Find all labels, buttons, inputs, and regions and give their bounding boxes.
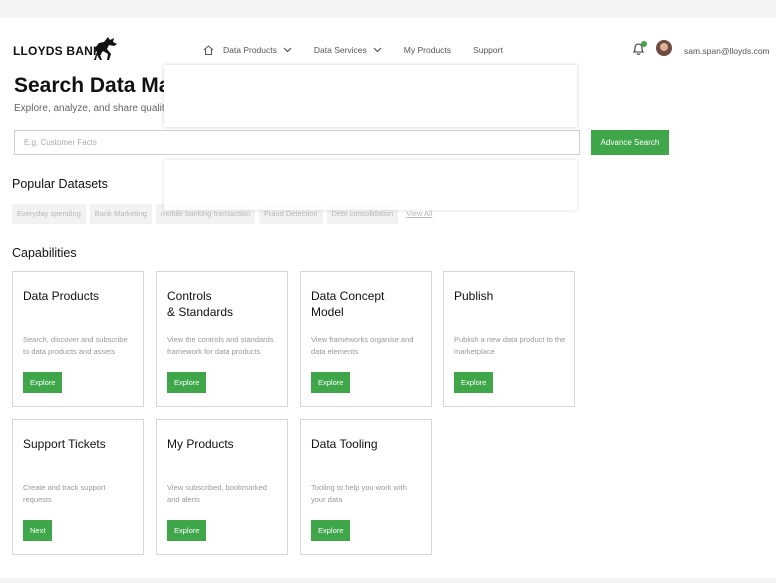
capability-card-data-products: Data Products Search, discover and subsc… (12, 271, 144, 407)
next-button[interactable]: Next (23, 520, 53, 541)
explore-button[interactable]: Explore (311, 372, 351, 393)
nav-label: Support (473, 45, 503, 55)
nav-data-services[interactable]: Data Services (314, 45, 382, 55)
avatar[interactable] (656, 40, 672, 56)
nav-my-products[interactable]: My Products (404, 45, 451, 55)
chevron-down-icon (283, 47, 292, 53)
user-email[interactable]: sam.span@lloyds.com (684, 46, 770, 56)
card-description: View the controls and standards framewor… (167, 335, 274, 356)
card-description: Search, discover and subscribe to data p… (23, 335, 128, 356)
card-title: My Products (167, 437, 234, 451)
capability-card-my-products: My Products View subscribed, bookmarked … (156, 419, 288, 555)
nav-label: Data Products (223, 45, 277, 55)
card-title: Data Tooling (311, 437, 378, 451)
capability-card-support-tickets: Support Tickets Create and track support… (12, 419, 144, 555)
capability-card-data-concept-model: Data Concept Model View frameworks organ… (300, 271, 432, 407)
brand-name[interactable]: LLOYDS BANK (13, 44, 102, 58)
card-description: Tooling to help you work with your data (311, 483, 407, 504)
page-subtitle: Explore, analyze, and share quality data… (14, 103, 249, 114)
nav-data-products[interactable]: Data Products (223, 45, 292, 55)
explore-button[interactable]: Explore (311, 520, 351, 541)
card-description: Publish a new data product to the market… (454, 335, 566, 356)
capabilities-heading: Capabilities (12, 246, 77, 260)
explore-button[interactable]: Explore (454, 372, 494, 393)
advance-search-button[interactable]: Advance Search (591, 130, 669, 155)
card-description: Create and track support requests (23, 483, 106, 504)
suggestions-panel-bottom (164, 160, 577, 210)
dataset-chip[interactable]: Debt consolidation (326, 204, 399, 224)
dataset-chip[interactable]: mobile banking transaction (155, 204, 256, 224)
dataset-chip[interactable]: Bank Marketing (89, 204, 152, 224)
card-title: Data Concept Model (311, 289, 385, 319)
page-title: Search Data Marketplace (14, 74, 263, 97)
explore-button[interactable]: Explore (167, 520, 207, 541)
explore-button[interactable]: Explore (167, 372, 207, 393)
home-icon[interactable] (203, 45, 214, 55)
card-title: Data Products (23, 289, 100, 303)
card-title: Support Tickets (23, 437, 106, 451)
nav-label: Data Services (313, 45, 367, 55)
capability-card-controls-standards: Controls & Standards View the controls a… (156, 271, 288, 407)
card-description: View subscribed, bookmarked and alerts (167, 483, 267, 504)
nav-support[interactable]: Support (473, 45, 503, 55)
page: LLOYDS BANK Data Products Data Services … (0, 18, 776, 578)
explore-button[interactable]: Explore (23, 372, 63, 393)
main-nav: Data Products Data Services My Products … (203, 45, 525, 55)
horse-logo-icon (94, 37, 117, 60)
dataset-chip[interactable]: Everyday spending (12, 204, 86, 224)
dataset-chip[interactable]: Fraud Detection (259, 204, 323, 224)
popular-chips: Everyday spending Bank Marketing mobile … (12, 204, 440, 224)
notification-badge (641, 41, 647, 47)
nav-label: My Products (403, 45, 452, 55)
view-all-link[interactable]: View All (402, 204, 436, 224)
capability-card-publish: Publish Publish a new data product to th… (443, 271, 575, 407)
card-title: Publish (454, 289, 494, 303)
capability-card-data-tooling: Data Tooling Tooling to help you work wi… (300, 419, 432, 555)
card-title: Controls & Standards (167, 289, 234, 319)
popular-datasets-heading: Popular Datasets (12, 177, 108, 191)
chevron-down-icon (373, 47, 382, 53)
card-description: View frameworks organise and data elemen… (311, 335, 414, 356)
search-input[interactable] (14, 130, 580, 155)
top-bar: LLOYDS BANK Data Products Data Services … (0, 18, 776, 70)
